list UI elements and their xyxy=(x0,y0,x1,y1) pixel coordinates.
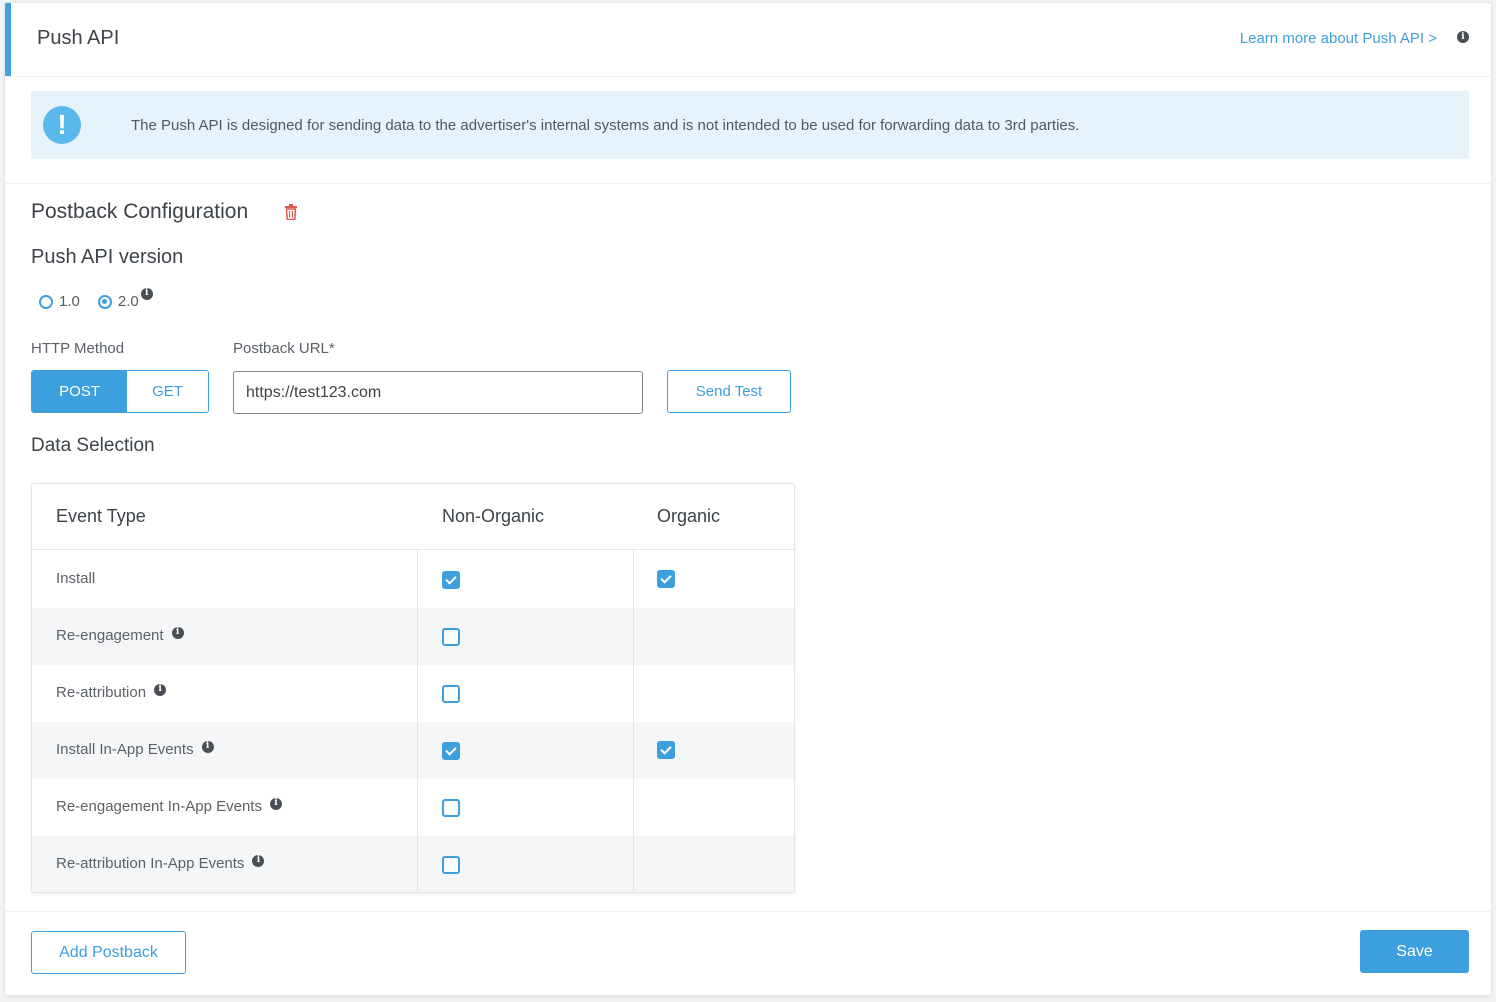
table-row: Re-engagement In-App Events i xyxy=(32,779,794,836)
column-header-organic: Organic xyxy=(657,506,721,526)
divider xyxy=(5,911,1491,912)
learn-more-link[interactable]: Learn more about Push API > xyxy=(1240,30,1437,47)
non-organic-checkbox[interactable] xyxy=(442,799,460,817)
radio-version-2[interactable] xyxy=(97,294,112,309)
event-type-label: Install xyxy=(56,570,96,587)
non-organic-checkbox[interactable] xyxy=(442,742,460,760)
non-organic-checkbox[interactable] xyxy=(442,856,460,874)
info-alert: ! The Push API is designed for sending d… xyxy=(31,91,1469,159)
event-type-cell: Re-attribution i xyxy=(56,683,167,701)
postback-url-label: Postback URL* xyxy=(233,340,335,357)
non-organic-checkbox[interactable] xyxy=(442,571,460,589)
method-post-button[interactable]: POST xyxy=(32,371,127,412)
radio-version-2-label: 2.0 xyxy=(117,293,139,310)
event-type-cell: Install xyxy=(56,570,95,587)
column-divider xyxy=(417,550,418,892)
http-method-label: HTTP Method xyxy=(31,340,125,357)
data-selection-title: Data Selection xyxy=(31,435,155,456)
organic-checkbox[interactable] xyxy=(657,570,675,588)
http-method-toggle: POST GET xyxy=(31,370,209,413)
info-icon[interactable]: i xyxy=(140,287,153,300)
table-row: Install xyxy=(32,551,794,608)
non-organic-checkbox[interactable] xyxy=(442,685,460,703)
table-row: Install In-App Events i xyxy=(32,722,794,779)
api-version-title: Push API version xyxy=(31,246,184,268)
event-type-cell: Re-engagement In-App Events i xyxy=(56,797,282,815)
postback-config-title: Postback Configuration xyxy=(31,200,249,223)
organic-checkbox[interactable] xyxy=(657,741,675,759)
column-header-non-organic: Non-Organic xyxy=(442,506,545,526)
table-row: Re-attribution In-App Events i xyxy=(32,836,794,892)
column-header-event-type: Event Type xyxy=(56,506,146,526)
add-postback-button[interactable]: Add Postback xyxy=(31,931,186,974)
event-type-label: Re-engagement xyxy=(56,627,164,644)
radio-version-1[interactable] xyxy=(39,294,53,309)
api-version-radio-group: 1.0 2.0 i xyxy=(39,287,153,310)
event-type-label: Install In-App Events xyxy=(56,741,194,758)
info-icon[interactable]: i xyxy=(1457,31,1469,43)
save-button[interactable]: Save xyxy=(1360,930,1469,973)
info-icon[interactable]: i xyxy=(154,683,167,696)
event-type-label: Re-engagement In-App Events xyxy=(56,798,262,815)
send-test-button[interactable]: Send Test xyxy=(667,370,791,413)
exclamation-icon: ! xyxy=(43,106,81,144)
event-type-cell: Re-attribution In-App Events i xyxy=(56,854,265,872)
event-type-label: Re-attribution In-App Events xyxy=(56,855,245,872)
info-icon[interactable]: i xyxy=(171,626,184,639)
alert-text: The Push API is designed for sending dat… xyxy=(131,117,1080,134)
postback-url-input[interactable] xyxy=(233,371,643,414)
info-icon[interactable]: i xyxy=(201,740,214,753)
table-header: Event Type Non-Organic Organic xyxy=(32,484,794,550)
method-get-button[interactable]: GET xyxy=(127,371,208,412)
table-row: Re-engagement i xyxy=(32,608,794,665)
panel-header: Push API Learn more about Push API > i xyxy=(5,3,1491,77)
info-icon[interactable]: i xyxy=(252,854,265,867)
table-row: Re-attribution i xyxy=(32,665,794,722)
info-icon[interactable]: i xyxy=(269,797,282,810)
column-divider xyxy=(633,550,634,892)
event-type-cell: Install In-App Events i xyxy=(56,740,214,758)
event-type-cell: Re-engagement i xyxy=(56,626,184,644)
page-title: Push API xyxy=(37,27,120,49)
divider xyxy=(5,183,1491,184)
radio-version-1-label: 1.0 xyxy=(59,293,80,310)
non-organic-checkbox[interactable] xyxy=(442,628,460,646)
data-selection-table: Event Type Non-Organic Organic Install Re… xyxy=(31,483,795,893)
trash-icon[interactable] xyxy=(284,204,298,225)
push-api-panel: Push API Learn more about Push API > i !… xyxy=(4,2,1492,996)
event-type-label: Re-attribution xyxy=(56,684,147,701)
